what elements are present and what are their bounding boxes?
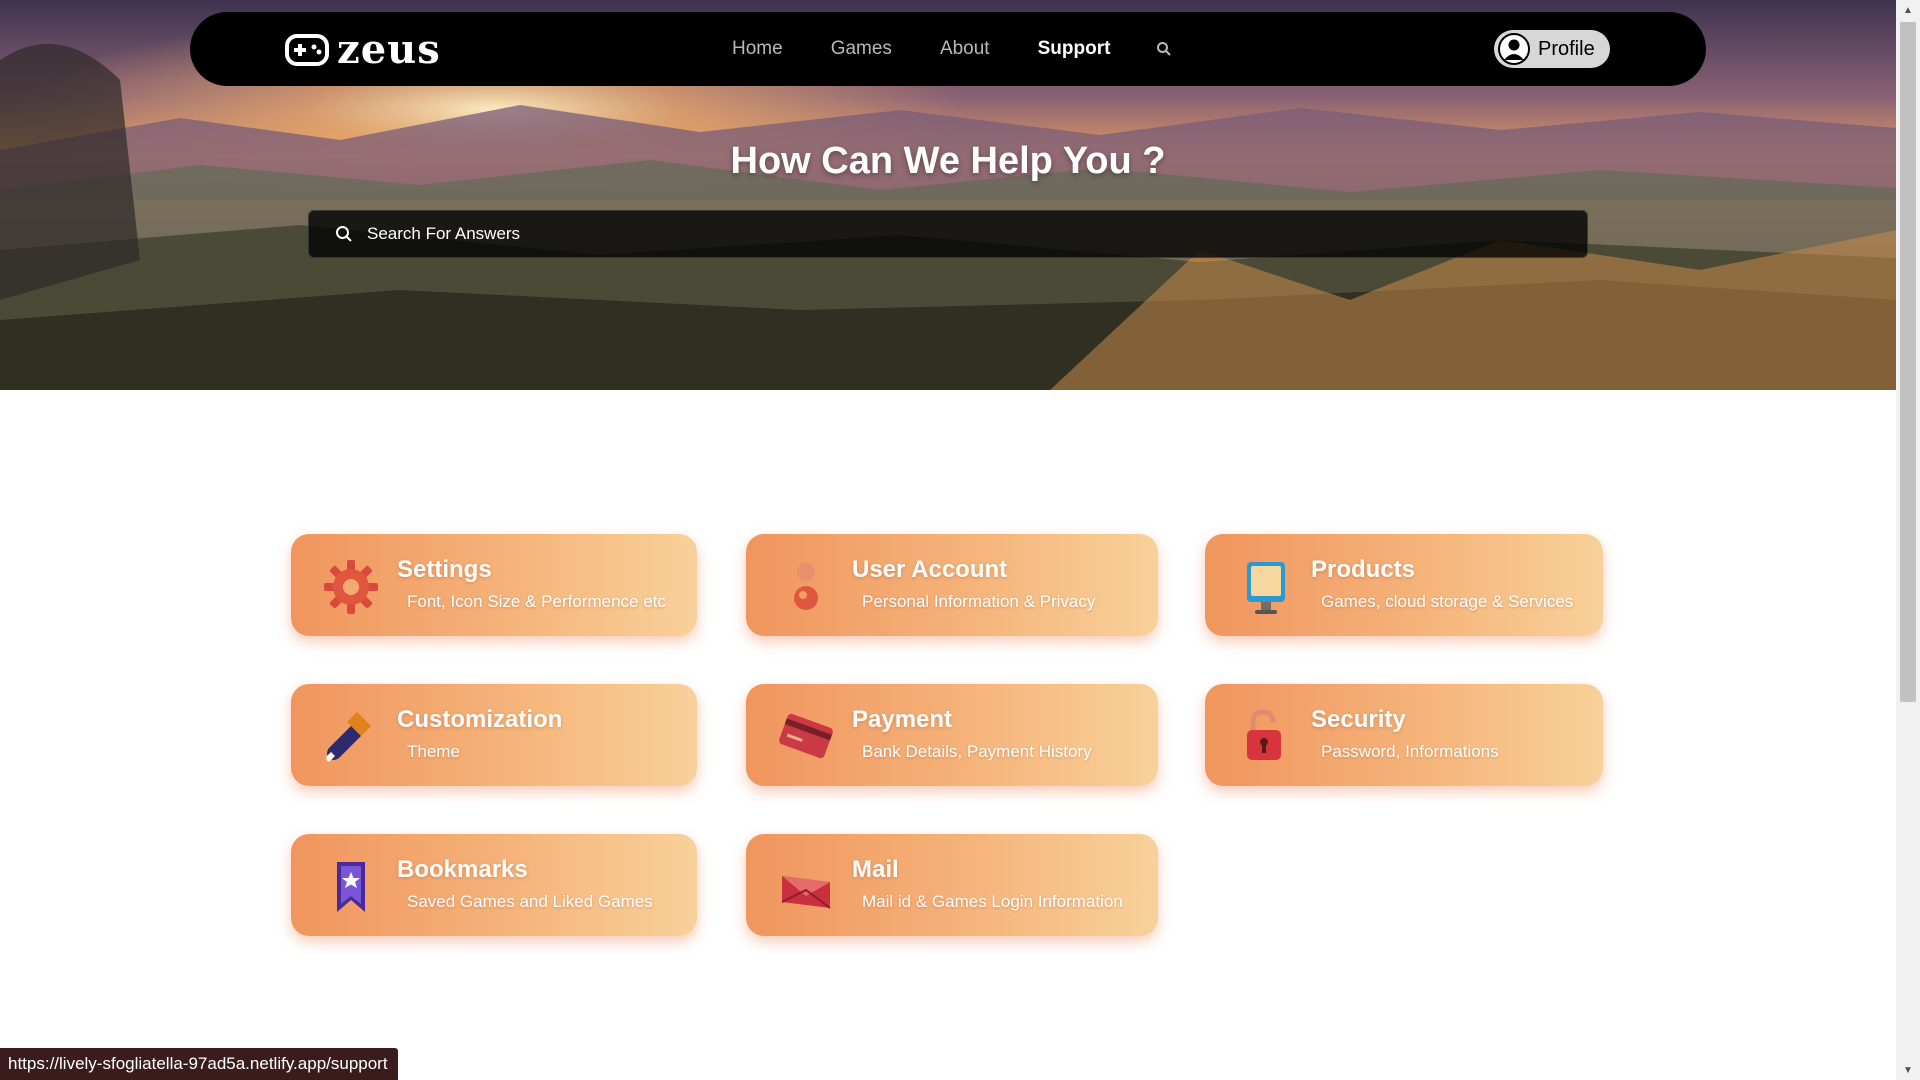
card-title: Security (1311, 706, 1406, 733)
category-card-payment[interactable]: Payment Bank Details, Payment History (746, 684, 1158, 786)
avatar-icon (1498, 33, 1530, 65)
page-title: How Can We Help You ? (730, 140, 1166, 182)
card-title: Settings (397, 556, 492, 583)
search-input[interactable] (365, 223, 1545, 245)
credit-card-icon (779, 713, 833, 759)
card-title: User Account (852, 556, 1008, 583)
card-title: Products (1311, 556, 1416, 583)
monitor-icon (1247, 562, 1285, 614)
card-description: Theme (407, 742, 460, 761)
logo-text: zeus (337, 26, 441, 73)
card-description: Password, Informations (1321, 742, 1499, 761)
category-card-mail[interactable]: Mail Mail id & Games Login Information (746, 834, 1158, 936)
nav-about[interactable]: About (940, 38, 990, 60)
search-bar (308, 210, 1588, 258)
card-description: Mail id & Games Login Information (862, 892, 1123, 911)
nav-home[interactable]: Home (732, 38, 783, 60)
card-description: Games, cloud storage & Services (1321, 592, 1574, 611)
card-description: Personal Information & Privacy (862, 592, 1096, 611)
hero-banner: zeus Home Games About Support Profile Ho… (0, 0, 1896, 390)
top-navbar: zeus Home Games About Support Profile (190, 12, 1706, 86)
nav-games[interactable]: Games (831, 38, 892, 60)
nav-support[interactable]: Support (1038, 38, 1111, 60)
category-card-user-account[interactable]: User Account Personal Information & Priv… (746, 534, 1158, 636)
category-card-settings[interactable]: Settings Font, Icon Size & Performence e… (291, 534, 697, 636)
bookmark-icon (337, 862, 365, 912)
search-icon (336, 226, 352, 242)
page-scrollbar[interactable]: ▲ ▼ (1896, 0, 1920, 1080)
card-description: Font, Icon Size & Performence etc (407, 592, 666, 611)
card-title: Customization (397, 706, 563, 733)
scroll-up-arrow-icon[interactable]: ▲ (1896, 0, 1920, 20)
envelope-icon (781, 876, 831, 909)
card-title: Bookmarks (397, 856, 528, 883)
card-description: Saved Games and Liked Games (407, 892, 653, 911)
card-title: Mail (852, 856, 899, 883)
paintbrush-icon (326, 712, 371, 762)
scrollbar-thumb[interactable] (1900, 22, 1916, 702)
gamepad-logo-icon (285, 33, 329, 66)
search-icon[interactable] (1156, 41, 1172, 57)
profile-label: Profile (1538, 37, 1595, 60)
category-card-products[interactable]: Products Games, cloud storage & Services (1205, 534, 1603, 636)
gear-icon (324, 560, 378, 614)
scroll-down-arrow-icon[interactable]: ▼ (1896, 1060, 1920, 1080)
brand-logo[interactable]: zeus (285, 26, 441, 73)
nav-links: Home Games About Support (732, 12, 1172, 86)
user-icon (794, 563, 818, 610)
category-card-bookmarks[interactable]: Bookmarks Saved Games and Liked Games (291, 834, 697, 936)
padlock-icon (1247, 709, 1281, 760)
card-description: Bank Details, Payment History (862, 742, 1092, 761)
link-status-bar: https://lively-sfogliatella-97ad5a.netli… (0, 1048, 398, 1080)
category-card-customization[interactable]: Customization Theme (291, 684, 697, 786)
category-card-security[interactable]: Security Password, Informations (1205, 684, 1603, 786)
profile-button[interactable]: Profile (1494, 30, 1610, 68)
card-title: Payment (852, 706, 953, 733)
